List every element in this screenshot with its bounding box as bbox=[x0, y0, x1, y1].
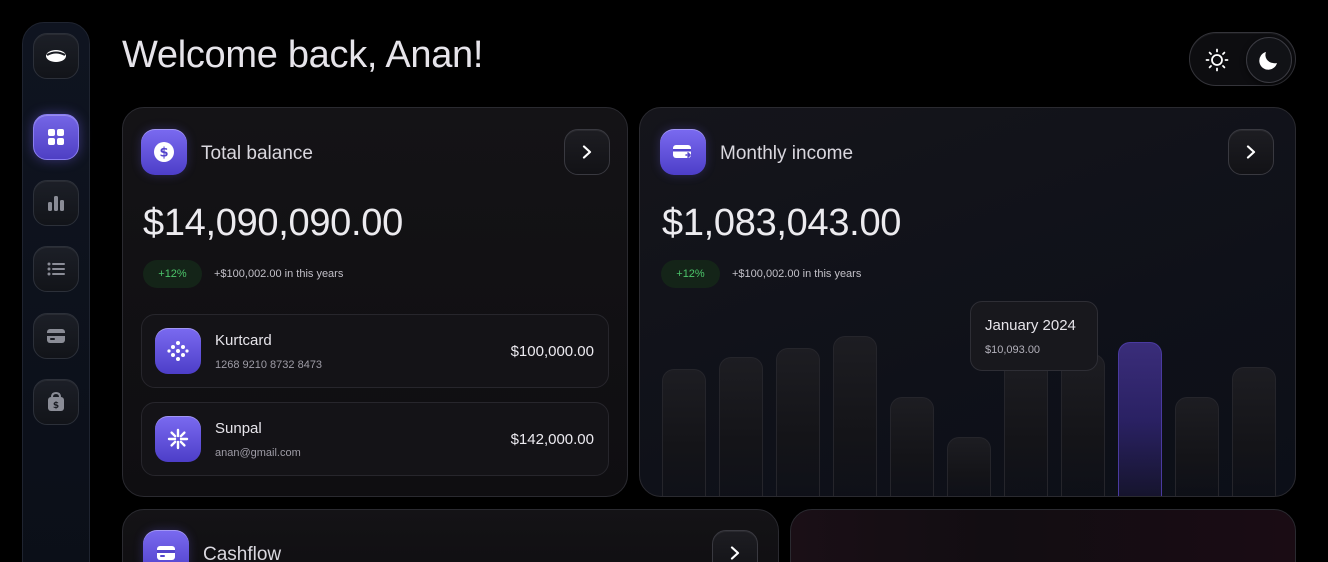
balance-details-button[interactable] bbox=[564, 129, 610, 175]
sidebar-item-cards[interactable] bbox=[33, 313, 79, 359]
light-mode-option[interactable] bbox=[1194, 37, 1240, 83]
tooltip-month: January 2024 bbox=[985, 317, 1076, 334]
sunburst-icon bbox=[167, 428, 189, 450]
account-item-sunpal[interactable]: Sunpal anan@gmail.com $142,000.00 bbox=[141, 402, 609, 476]
wallet-card-icon bbox=[157, 546, 175, 560]
income-growth-badge: +12% bbox=[661, 260, 720, 288]
card-transfer-icon bbox=[673, 145, 692, 158]
sidebar: $ bbox=[22, 22, 90, 562]
dollar-coin-icon: $ bbox=[154, 142, 174, 162]
logo-button[interactable] bbox=[33, 33, 79, 79]
chart-bar[interactable] bbox=[890, 397, 934, 496]
balance-icon-badge: $ bbox=[141, 129, 187, 175]
income-bar-chart: January 2024 $10,093.00 bbox=[660, 301, 1276, 496]
chart-bar[interactable] bbox=[1175, 397, 1219, 496]
logo-icon bbox=[46, 50, 66, 62]
sun-icon bbox=[1205, 48, 1229, 72]
theme-toggle[interactable] bbox=[1189, 32, 1296, 86]
balance-growth-note: +$100,002.00 in this years bbox=[214, 268, 344, 280]
chart-bar[interactable] bbox=[1004, 355, 1048, 496]
balance-title: Total balance bbox=[201, 143, 313, 164]
chart-bar[interactable] bbox=[947, 437, 991, 496]
account-email: anan@gmail.com bbox=[215, 447, 301, 459]
account-item-kurtcard[interactable]: Kurtcard 1268 9210 8732 8473 $100,000.00 bbox=[141, 314, 609, 388]
income-icon-badge bbox=[660, 129, 706, 175]
sidebar-item-analytics[interactable] bbox=[33, 180, 79, 226]
secondary-card bbox=[790, 509, 1296, 562]
cashflow-title: Cashflow bbox=[203, 544, 282, 562]
monthly-income-card: Monthly income $1,083,043.00 +12% +$100,… bbox=[639, 107, 1296, 497]
grid-icon bbox=[48, 129, 64, 145]
account-amount: $142,000.00 bbox=[510, 431, 594, 448]
chevron-right-icon bbox=[730, 546, 740, 560]
chart-bar[interactable] bbox=[719, 357, 763, 496]
chart-bar[interactable] bbox=[1061, 354, 1105, 496]
bar-chart-icon bbox=[48, 196, 64, 211]
svg-text:$: $ bbox=[159, 146, 168, 161]
income-title: Monthly income bbox=[720, 143, 854, 164]
chart-bar[interactable] bbox=[776, 348, 820, 496]
sidebar-item-transactions[interactable] bbox=[33, 246, 79, 292]
chart-tooltip: January 2024 $10,093.00 bbox=[970, 301, 1098, 371]
tooltip-value: $10,093.00 bbox=[985, 344, 1041, 356]
page-title: Welcome back, Anan! bbox=[122, 34, 484, 76]
total-balance-card: $ Total balance $14,090,090.00 +12% +$10… bbox=[122, 107, 628, 497]
chart-bar-selected[interactable] bbox=[1118, 342, 1162, 496]
sunpal-logo bbox=[155, 416, 201, 462]
account-name: Sunpal bbox=[215, 420, 262, 437]
cashflow-details-button[interactable] bbox=[712, 530, 758, 562]
sidebar-item-dashboard[interactable] bbox=[33, 114, 79, 160]
income-details-button[interactable] bbox=[1228, 129, 1274, 175]
income-amount: $1,083,043.00 bbox=[662, 202, 902, 244]
wallet-icon: $ bbox=[48, 392, 64, 411]
moon-icon bbox=[1259, 52, 1277, 70]
sidebar-item-wallet[interactable]: $ bbox=[33, 379, 79, 425]
chart-bar[interactable] bbox=[662, 369, 706, 496]
dark-mode-option[interactable] bbox=[1246, 37, 1292, 83]
cashflow-icon-badge bbox=[143, 530, 189, 562]
cashflow-card: Cashflow bbox=[122, 509, 779, 562]
income-growth-note: +$100,002.00 in this years bbox=[732, 268, 862, 280]
account-amount: $100,000.00 bbox=[510, 343, 594, 360]
account-number: 1268 9210 8732 8473 bbox=[215, 359, 323, 371]
card-icon bbox=[47, 329, 65, 343]
chart-bar[interactable] bbox=[833, 336, 877, 496]
kurtcard-dots-icon bbox=[167, 341, 189, 361]
svg-text:$: $ bbox=[53, 401, 59, 411]
list-icon bbox=[47, 262, 65, 276]
account-name: Kurtcard bbox=[215, 332, 272, 349]
balance-amount: $14,090,090.00 bbox=[143, 202, 403, 244]
chevron-right-icon bbox=[582, 145, 592, 159]
kurtcard-logo bbox=[155, 328, 201, 374]
chevron-right-icon bbox=[1246, 145, 1256, 159]
balance-growth-badge: +12% bbox=[143, 260, 202, 288]
chart-bar[interactable] bbox=[1232, 367, 1276, 496]
